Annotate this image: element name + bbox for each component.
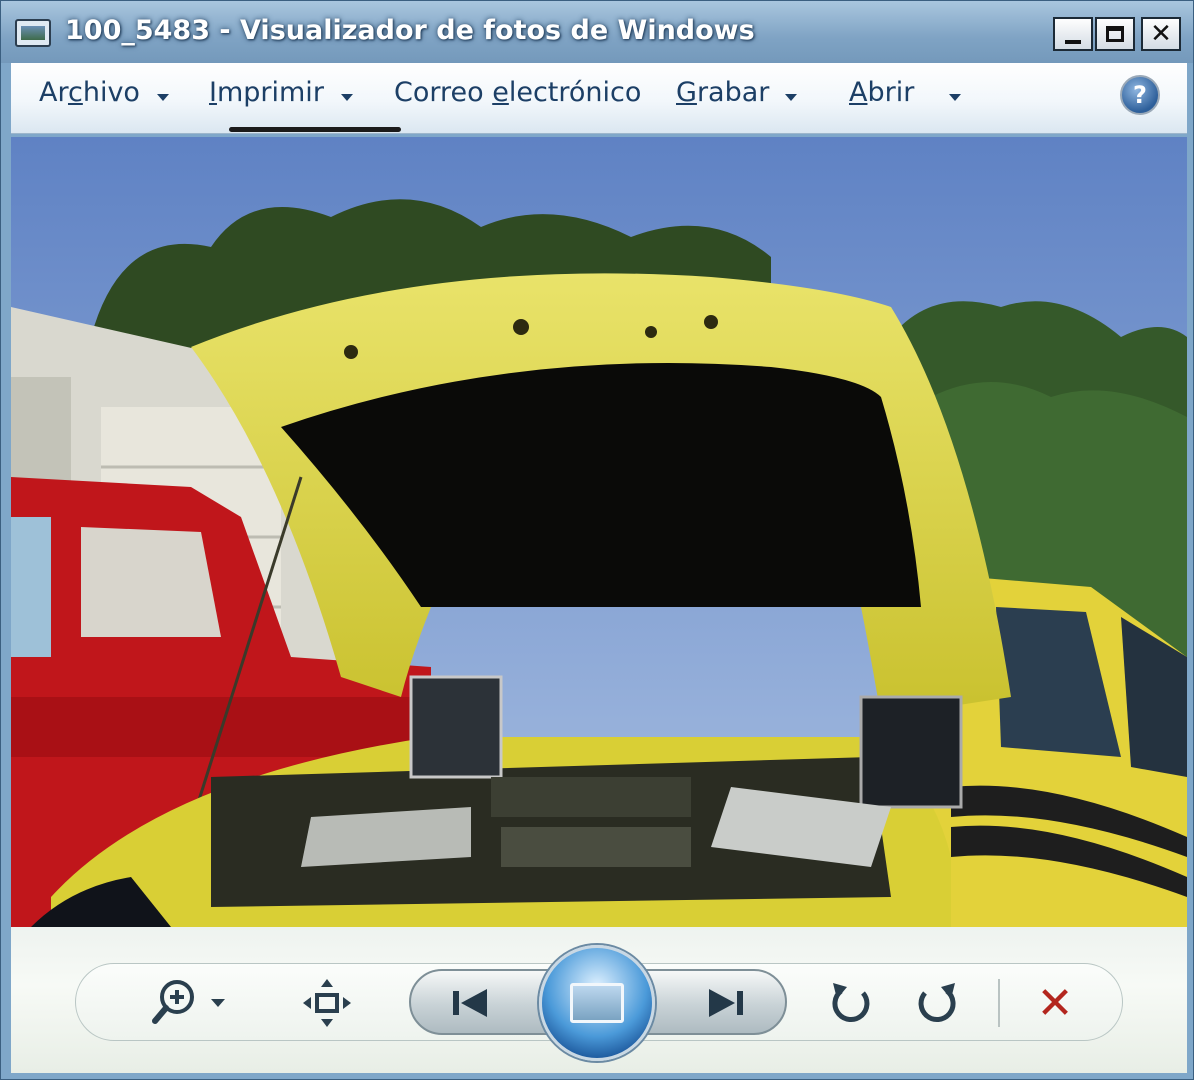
delete-icon: ✕ bbox=[1036, 977, 1074, 1029]
help-icon: ? bbox=[1133, 81, 1147, 109]
photo-image bbox=[11, 137, 1187, 927]
chevron-down-icon[interactable] bbox=[157, 94, 169, 101]
menu-archivo[interactable]: Archivo bbox=[39, 77, 140, 108]
rotate-counterclockwise-icon bbox=[832, 983, 870, 1023]
window-title: 100_5483 - Visualizador de fotos de Wind… bbox=[65, 15, 755, 46]
delete-button[interactable]: ✕ bbox=[1029, 977, 1081, 1029]
slideshow-button[interactable] bbox=[539, 945, 655, 1061]
rotate-clockwise-icon bbox=[918, 983, 956, 1023]
minimize-button[interactable] bbox=[1053, 17, 1093, 51]
menu-grabar[interactable]: Grabar bbox=[676, 77, 769, 108]
chevron-down-icon[interactable] bbox=[949, 94, 961, 101]
toolbar-divider bbox=[998, 979, 1000, 1027]
photo-viewer-window: 100_5483 - Visualizador de fotos de Wind… bbox=[0, 0, 1194, 1080]
chevron-down-icon[interactable] bbox=[785, 94, 797, 101]
zoom-icon bbox=[152, 980, 225, 1024]
menu-hover-indicator bbox=[229, 127, 401, 132]
minimize-icon bbox=[1065, 40, 1081, 44]
actual-size-icon bbox=[303, 979, 351, 1027]
photo-display[interactable] bbox=[11, 137, 1187, 927]
zoom-button[interactable] bbox=[149, 975, 233, 1031]
menu-correo-electronico[interactable]: Correo electrónico bbox=[394, 77, 641, 108]
close-button[interactable]: ✕ bbox=[1141, 17, 1181, 51]
maximize-button[interactable] bbox=[1095, 17, 1135, 51]
title-bar[interactable]: 100_5483 - Visualizador de fotos de Wind… bbox=[1, 1, 1193, 63]
command-bar: Archivo Imprimir Correo electrónico Grab… bbox=[11, 63, 1187, 134]
rotate-clockwise-button[interactable] bbox=[911, 977, 963, 1029]
next-icon bbox=[709, 989, 743, 1017]
actual-size-button[interactable] bbox=[301, 977, 353, 1029]
slideshow-icon bbox=[570, 983, 624, 1023]
previous-icon bbox=[453, 989, 487, 1017]
rotate-counterclockwise-button[interactable] bbox=[825, 977, 877, 1029]
chevron-down-icon[interactable] bbox=[341, 94, 353, 101]
next-button[interactable] bbox=[695, 983, 755, 1023]
close-icon: ✕ bbox=[1150, 19, 1172, 49]
photo-viewer-app-icon[interactable] bbox=[15, 19, 51, 47]
previous-button[interactable] bbox=[443, 983, 503, 1023]
navigation-bar: ✕ bbox=[11, 927, 1187, 1073]
help-button[interactable]: ? bbox=[1120, 75, 1160, 115]
menu-abrir[interactable]: Abrir bbox=[849, 77, 914, 108]
menu-imprimir[interactable]: Imprimir bbox=[209, 77, 324, 108]
maximize-icon bbox=[1106, 26, 1124, 42]
